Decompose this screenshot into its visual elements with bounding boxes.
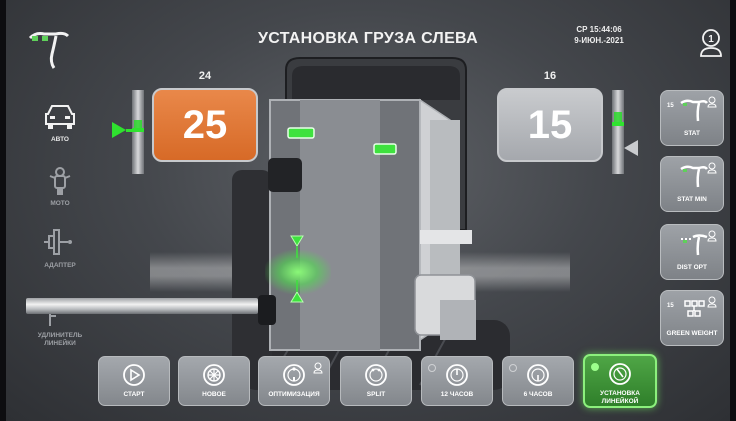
clock-6-icon xyxy=(527,364,549,386)
green-weight-icon xyxy=(684,300,705,317)
dist-opt-label: DIST OPT xyxy=(677,264,707,271)
left-weight-label: 24 xyxy=(198,70,212,82)
split-label: SPLIT xyxy=(366,391,386,398)
left-weight-display[interactable]: 25 xyxy=(152,88,258,162)
stat-button[interactable]: 15 STAT xyxy=(660,90,724,146)
twelve-oclock-button[interactable]: 12 ЧАСОВ xyxy=(421,356,493,406)
right-position-gauge xyxy=(612,90,624,174)
clock-12-icon xyxy=(446,364,468,386)
green-weight-prefix: 15 xyxy=(667,303,674,309)
optimization-user-icon xyxy=(313,362,323,374)
split-icon xyxy=(365,364,387,386)
stat-label: STAT xyxy=(683,130,700,137)
six-oclock-button[interactable]: 6 ЧАСОВ xyxy=(502,356,574,406)
stat-weight-icon xyxy=(680,99,709,122)
ruler-mount-label-1: УСТАНОВКА xyxy=(600,390,640,397)
right-position-arrow-icon xyxy=(624,140,638,156)
twelve-oclock-indicator xyxy=(428,364,436,372)
optimization-label: ОПТИМИЗАЦИЯ xyxy=(268,391,320,398)
left-weight-value: 25 xyxy=(182,102,228,147)
stat-user-icon xyxy=(707,96,717,108)
stat-min-user-icon xyxy=(707,162,717,174)
split-button[interactable]: SPLIT xyxy=(340,356,412,406)
green-weight-label: GREEN WEIGHT xyxy=(666,330,718,337)
ruler-mount-indicator xyxy=(591,363,599,371)
start-label: СТАРТ xyxy=(123,391,145,398)
right-weight-value: 15 xyxy=(527,102,573,147)
ruler-mount-label-2: ЛИНЕЙКОЙ xyxy=(601,397,639,405)
stat-min-icon xyxy=(680,165,709,188)
left-position-arrow-icon xyxy=(112,122,126,138)
play-icon xyxy=(123,364,145,386)
stat-min-label: STAT MIN xyxy=(677,196,707,203)
left-position-arrow-bar xyxy=(126,129,142,132)
start-button[interactable]: СТАРТ xyxy=(98,356,170,406)
optimization-button[interactable]: ОПТИМИЗАЦИЯ xyxy=(258,356,330,406)
ruler-mount-button[interactable]: УСТАНОВКА ЛИНЕЙКОЙ xyxy=(583,354,657,408)
position-arrow-down-icon xyxy=(290,235,304,247)
wheel-new-icon xyxy=(203,364,225,386)
stat-min-button[interactable]: STAT MIN xyxy=(660,156,724,212)
dist-opt-button[interactable]: DIST OPT xyxy=(660,224,724,280)
ruler-mount-label: УСТАНОВКА ЛИНЕЙКОЙ xyxy=(585,390,655,405)
new-label: НОВОЕ xyxy=(202,391,226,398)
six-oclock-label: 6 ЧАСОВ xyxy=(523,391,553,398)
position-arrow-up-icon xyxy=(290,291,304,303)
new-button[interactable]: НОВОЕ xyxy=(178,356,250,406)
left-position-gauge xyxy=(132,90,144,174)
green-weight-button[interactable]: 15 GREEN WEIGHT xyxy=(660,290,724,346)
stat-prefix: 15 xyxy=(667,103,674,109)
ruler-mount-icon xyxy=(609,363,631,385)
green-weight-user-icon xyxy=(707,296,717,308)
dist-opt-icon xyxy=(681,234,708,256)
six-oclock-indicator xyxy=(509,364,517,372)
right-weight-label: 16 xyxy=(543,70,557,82)
right-gauge-mark xyxy=(612,122,624,126)
right-weight-display[interactable]: 15 xyxy=(497,88,603,162)
dist-opt-user-icon xyxy=(707,230,717,242)
optimization-icon xyxy=(283,364,305,386)
twelve-oclock-label: 12 ЧАСОВ xyxy=(440,391,474,398)
